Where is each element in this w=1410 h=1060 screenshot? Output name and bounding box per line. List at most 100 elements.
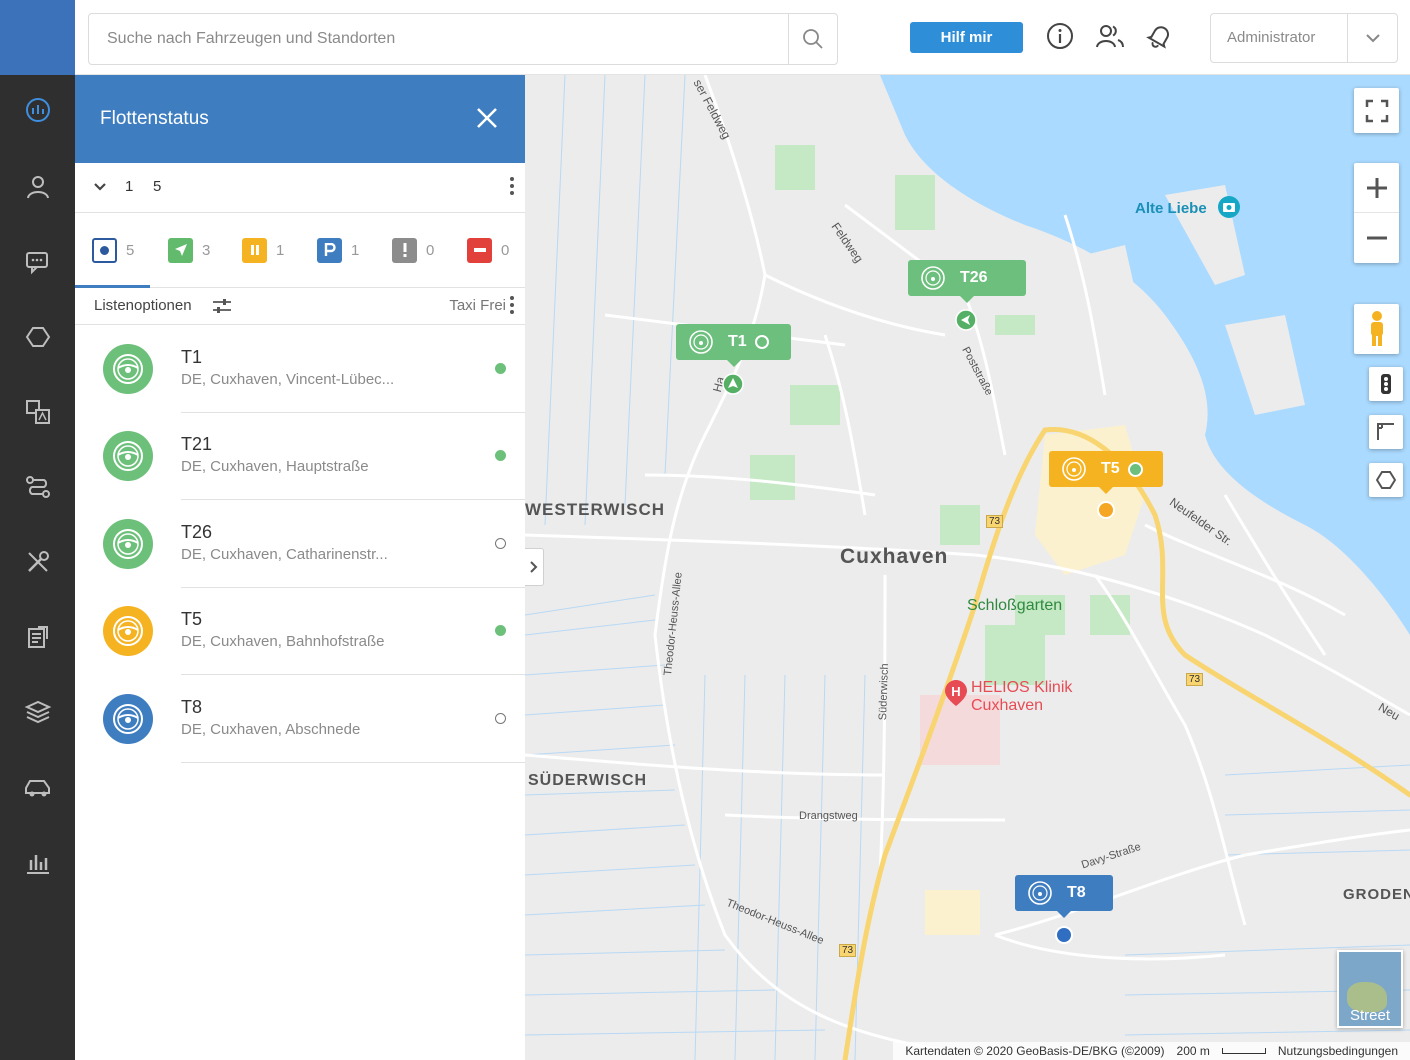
map-pin-t8[interactable]: T8 [1015, 875, 1113, 918]
scale-bar [1221, 1048, 1266, 1054]
polygon-icon [1376, 471, 1396, 489]
list-options-label[interactable]: Listenoptionen [94, 297, 192, 314]
zoom-in-button[interactable] [1354, 163, 1399, 213]
map-pin-t26[interactable]: T26 [908, 260, 1026, 303]
map-pin-t5[interactable]: T5 [1049, 451, 1163, 494]
area-label-groden: GRODEN [1343, 886, 1410, 903]
status-filter-all[interactable]: 5 [92, 237, 134, 263]
map-canvas[interactable]: Alte Liebe WESTERWISCH Cuxhaven Schloßga… [525, 75, 1410, 1060]
sidebar-item-geofences[interactable] [0, 307, 75, 367]
search-box [88, 13, 838, 65]
street-view-pegman[interactable] [1354, 304, 1399, 354]
sidebar-item-reports[interactable] [0, 607, 75, 667]
status-dot [1127, 461, 1143, 477]
map-pin-t1[interactable]: T1 [676, 324, 791, 367]
area-label-westerwisch: WESTERWISCH [525, 500, 666, 519]
info-icon [1047, 23, 1073, 49]
sidebar-item-vehicles[interactable] [0, 757, 75, 817]
vehicle-address: DE, Cuxhaven, Abschnede [181, 721, 361, 738]
pin-label: T1 [728, 333, 747, 350]
chevron-right-icon [530, 561, 538, 573]
pause-icon [242, 237, 267, 263]
search-icon [803, 29, 823, 49]
status-filter-alert[interactable]: 0 [392, 237, 434, 263]
users-button[interactable] [1094, 20, 1126, 52]
vehicle-name: T1 [181, 347, 203, 367]
poi-label-helios-1[interactable]: HELIOS Klinik [971, 679, 1072, 697]
steering-wheel-icon [103, 694, 153, 744]
bell-icon [1146, 26, 1169, 49]
vehicle-item-t8[interactable]: T8 DE, Cuxhaven, Abschnede [75, 675, 525, 763]
close-icon[interactable] [474, 105, 500, 131]
app-root: Hilf mir Administrator Flottenstatus 1 5 [0, 0, 1410, 1060]
sidebar-item-dashboard[interactable] [0, 80, 75, 140]
layers-icon [24, 700, 51, 724]
search-input[interactable] [89, 14, 789, 64]
geofence-tool-button[interactable] [1369, 463, 1403, 497]
status-filter-driving[interactable]: 3 [168, 237, 210, 263]
traffic-layer-button[interactable] [1369, 367, 1403, 401]
status-filter-parking[interactable]: 1 [317, 237, 359, 263]
parking-icon [317, 237, 342, 263]
no-entry-icon [467, 237, 492, 263]
navigation-arrow-icon [168, 237, 193, 263]
notifications-button[interactable] [1144, 20, 1176, 52]
car-icon [24, 780, 50, 797]
vehicle-address: DE, Cuxhaven, Bahnhofstraße [181, 633, 385, 650]
sidebar-item-statistics[interactable] [0, 832, 75, 892]
status-count: 0 [501, 241, 510, 259]
info-button[interactable] [1044, 20, 1076, 52]
terms-link[interactable]: Nutzungsbedingungen [1278, 1044, 1398, 1058]
poi-label-alte-liebe[interactable]: Alte Liebe [1135, 200, 1207, 217]
map-type-thumbnail[interactable]: Street [1337, 950, 1403, 1028]
svg-text:H: H [951, 684, 960, 699]
chevron-down-icon[interactable] [92, 179, 108, 195]
vehicle-item-t1[interactable]: T1 DE, Cuxhaven, Vincent-Lübec... [75, 325, 525, 413]
vehicle-item-t21[interactable]: T21 DE, Cuxhaven, Hauptstraße [75, 412, 525, 500]
help-button[interactable]: Hilf mir [910, 22, 1023, 53]
navigation-arrow-icon[interactable] [722, 373, 744, 395]
dashboard-gauge-icon [25, 98, 50, 122]
vehicle-address: DE, Cuxhaven, Catharinenstr... [181, 546, 388, 563]
sidebar-item-messages[interactable] [0, 232, 75, 292]
fullscreen-button[interactable] [1354, 88, 1399, 133]
brand-logo[interactable] [0, 0, 75, 75]
sidebar-item-tools[interactable] [0, 532, 75, 592]
navigation-arrow-icon[interactable] [955, 309, 977, 331]
status-filter-offline[interactable]: 0 [467, 237, 509, 263]
chevron-down-icon [1365, 34, 1380, 43]
translate-icon [25, 400, 50, 424]
user-select-toggle[interactable] [1347, 14, 1397, 62]
collapse-panel-button[interactable] [525, 548, 544, 586]
vehicle-item-t5[interactable]: T5 DE, Cuxhaven, Bahnhofstraße [75, 587, 525, 675]
group-count-first: 1 [125, 178, 134, 195]
group-menu-icon[interactable] [509, 175, 515, 199]
map-attribution: Kartendaten © 2020 GeoBasis-DE/BKG (©200… [893, 1042, 1410, 1060]
sliders-icon[interactable] [212, 297, 232, 315]
poi-label-helios-2[interactable]: Cuxhaven [971, 697, 1043, 715]
sidebar-item-drivers[interactable] [0, 157, 75, 217]
vehicle-marker-t8[interactable] [1055, 926, 1073, 944]
park-label-schlossgarten[interactable]: Schloßgarten [967, 597, 1062, 615]
hospital-icon[interactable]: H [945, 680, 967, 711]
vehicle-item-t26[interactable]: T26 DE, Cuxhaven, Catharinenstr... [75, 500, 525, 588]
status-count: 0 [426, 241, 435, 259]
road-shield-73: 73 [1186, 673, 1204, 686]
list-menu-icon[interactable] [509, 294, 515, 318]
vehicle-address: DE, Cuxhaven, Hauptstraße [181, 458, 369, 475]
scale-label: 200 m [1176, 1044, 1210, 1058]
vehicle-marker-t5[interactable] [1097, 501, 1115, 519]
all-circle-icon [92, 237, 117, 263]
steering-wheel-icon [103, 606, 153, 656]
user-select[interactable]: Administrator [1210, 13, 1398, 63]
sidebar-item-translate[interactable] [0, 382, 75, 442]
sidebar-item-routes[interactable] [0, 457, 75, 517]
road-shield-73: 73 [839, 944, 857, 957]
status-filter-pause[interactable]: 1 [242, 237, 284, 263]
measure-tool-button[interactable] [1369, 415, 1403, 449]
sidebar-item-layers[interactable] [0, 682, 75, 742]
zoom-out-button[interactable] [1354, 213, 1399, 263]
camera-icon[interactable] [1217, 195, 1241, 224]
sort-option[interactable]: Taxi Frei [449, 297, 506, 314]
search-button[interactable] [788, 14, 837, 64]
